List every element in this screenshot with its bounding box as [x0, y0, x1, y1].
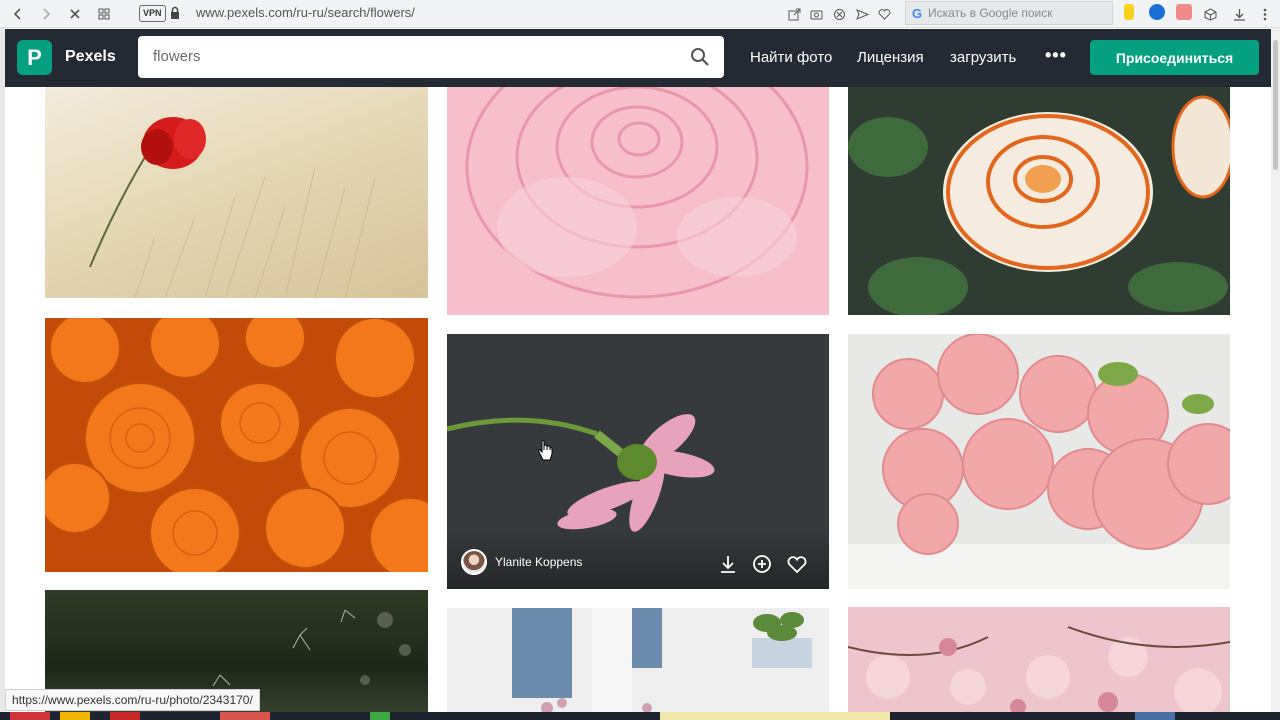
author-avatar[interactable] — [461, 549, 487, 575]
address-bar[interactable]: www.pexels.com/ru-ru/search/flowers/ — [196, 5, 415, 20]
photo-sweater-flowers[interactable] — [447, 608, 829, 720]
taskbar-app-icon-2[interactable] — [60, 712, 90, 720]
photo-orange-roses[interactable] — [45, 318, 428, 572]
photo-author[interactable]: Ylanite Koppens — [461, 549, 582, 575]
extension-icon[interactable] — [1149, 4, 1165, 20]
pink-roses-image — [848, 334, 1230, 589]
taskbar-app-icon-7[interactable] — [1135, 712, 1175, 720]
nav-find-photo[interactable]: Найти фото — [750, 49, 832, 66]
download-icon[interactable] — [1229, 4, 1249, 24]
camera-icon[interactable] — [806, 4, 826, 24]
back-icon[interactable] — [8, 4, 28, 24]
photo-pink-rose[interactable] — [447, 87, 829, 315]
forward-icon[interactable] — [36, 4, 56, 24]
google-icon: G — [911, 5, 923, 21]
photo-poppy[interactable] — [45, 87, 428, 298]
author-name[interactable]: Ylanite Koppens — [495, 555, 582, 569]
send-icon[interactable] — [852, 4, 872, 24]
blossoms-image — [848, 626, 1230, 716]
lock-icon — [170, 6, 180, 20]
menu-icon[interactable] — [1255, 4, 1275, 24]
share-icon[interactable] — [784, 4, 804, 24]
photo-pink-blossoms[interactable] — [848, 607, 1230, 720]
extension-icon-2[interactable] — [1176, 4, 1192, 20]
photo-pink-roses-table[interactable] — [848, 334, 1230, 589]
stop-loading-icon[interactable] — [65, 4, 85, 24]
add-to-collection-icon[interactable] — [751, 553, 773, 575]
nav-license[interactable]: Лицензия — [857, 49, 924, 66]
tabs-grid-icon[interactable] — [94, 4, 114, 24]
search-value: flowers — [153, 48, 201, 65]
google-search-input[interactable]: G Искать в Google поиск — [905, 1, 1113, 25]
page-edge — [0, 28, 5, 720]
nav-upload[interactable]: загрузить — [950, 49, 1016, 66]
heart-icon[interactable] — [874, 4, 894, 24]
brand-name[interactable]: Pexels — [65, 48, 116, 66]
app-window: VPN www.pexels.com/ru-ru/search/flowers/… — [0, 0, 1280, 720]
site-header: P Pexels flowers Найти фото Лицензия заг… — [5, 29, 1271, 87]
white-roses-image — [848, 95, 1230, 315]
taskbar-app-icon[interactable] — [10, 712, 50, 720]
taskbar — [0, 712, 1280, 720]
photo-pink-gerbera[interactable]: Ylanite Koppens — [447, 334, 829, 589]
search-icon[interactable] — [690, 47, 710, 67]
poppy-image — [89, 117, 376, 298]
scrollbar-thumb[interactable] — [1273, 40, 1278, 170]
pink-rose-image — [465, 87, 809, 299]
browser-toolbar: VPN www.pexels.com/ru-ru/search/flowers/… — [0, 0, 1280, 28]
sweater-image — [512, 608, 812, 720]
cube-extension-icon[interactable] — [1200, 4, 1220, 24]
vpn-badge[interactable]: VPN — [139, 5, 166, 22]
google-search-placeholder: Искать в Google поиск — [928, 6, 1053, 20]
photo-white-orange-roses[interactable] — [848, 87, 1230, 315]
orange-roses-image — [45, 318, 428, 572]
taskbar-app-icon-5[interactable] — [370, 712, 390, 720]
taskbar-app-icon-6[interactable] — [660, 712, 890, 720]
status-bar-url: https://www.pexels.com/ru-ru/photo/23431… — [5, 689, 260, 711]
search-input[interactable]: flowers — [138, 36, 724, 78]
block-icon[interactable] — [829, 4, 849, 24]
pexels-logo[interactable]: P — [17, 40, 52, 75]
hand-cursor-icon — [538, 440, 553, 461]
download-photo-icon[interactable] — [717, 553, 739, 575]
more-menu-button[interactable]: ••• — [1045, 45, 1067, 66]
join-button[interactable]: Присоединиться — [1090, 40, 1259, 75]
bulb-extension-icon[interactable] — [1124, 4, 1134, 20]
taskbar-app-icon-4[interactable] — [220, 712, 270, 720]
taskbar-app-icon-3[interactable] — [110, 712, 140, 720]
like-photo-icon[interactable] — [786, 553, 808, 575]
